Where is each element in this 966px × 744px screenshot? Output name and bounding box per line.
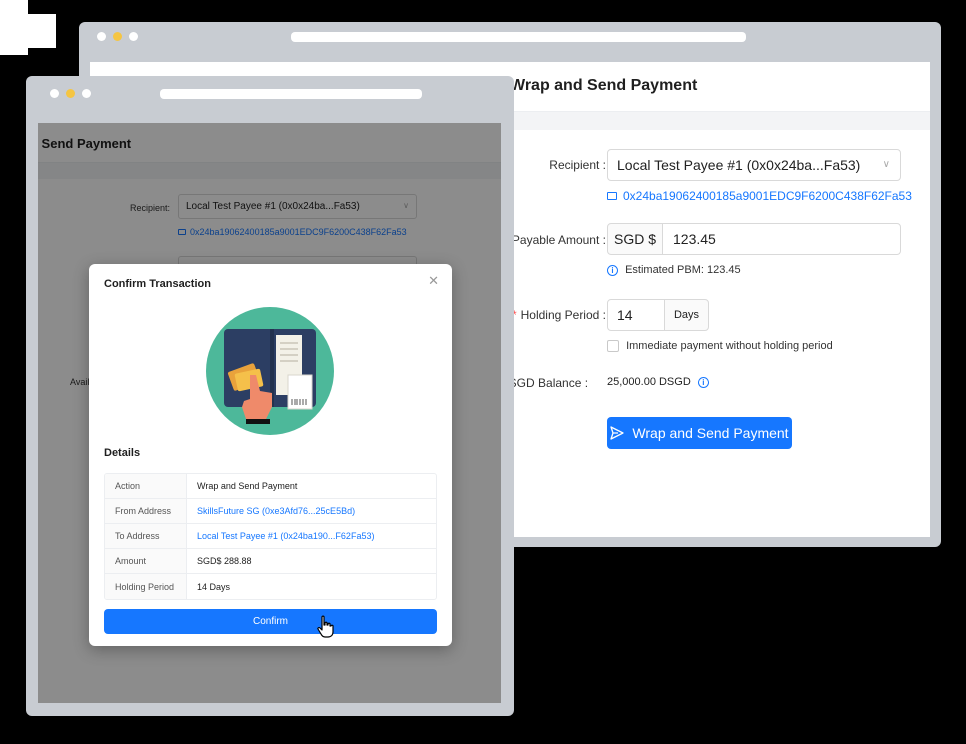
balance-text: 25,000.00 DSGD xyxy=(607,376,691,388)
close-dot[interactable] xyxy=(50,89,59,98)
window-controls xyxy=(50,89,91,98)
info-icon[interactable]: i xyxy=(697,376,709,388)
table-row: From Address SkillsFuture SG (0xe3Afd76.… xyxy=(105,499,436,524)
table-row: Holding Period 14 Days xyxy=(105,574,436,599)
detail-value: Wrap and Send Payment xyxy=(197,481,298,491)
days-addon: Days xyxy=(664,299,709,331)
hand-cursor-icon xyxy=(317,615,334,638)
minimize-dot[interactable] xyxy=(66,89,75,98)
detail-value: SGD$ 288.88 xyxy=(197,556,252,566)
maximize-dot[interactable] xyxy=(129,32,138,41)
details-heading: Details xyxy=(104,447,141,459)
table-row: Amount SGD$ 288.88 xyxy=(105,549,436,574)
table-row: To Address Local Test Payee #1 (0x24ba19… xyxy=(105,524,436,549)
address-bar[interactable] xyxy=(160,89,422,99)
page-title: Wrap and Send Payment xyxy=(510,77,698,94)
detail-key: Amount xyxy=(105,549,187,573)
recipient-select[interactable]: Local Test Payee #1 (0x0x24ba...Fa53) ∨ xyxy=(607,149,901,181)
holding-period-input[interactable]: 14 xyxy=(607,299,665,331)
detail-key: From Address xyxy=(105,499,187,523)
table-row: Action Wrap and Send Payment xyxy=(105,474,436,499)
recipient-value: Local Test Payee #1 (0x0x24ba...Fa53) xyxy=(617,157,861,173)
holding-period-label: * Holding Period : xyxy=(511,308,606,322)
estimated-pbm-hint: i Estimated PBM: 123.45 xyxy=(607,264,741,276)
detail-key: Action xyxy=(105,474,187,498)
currency-addon: SGD $ xyxy=(607,223,663,255)
confirm-label: Confirm xyxy=(252,616,288,627)
balance-value: 25,000.00 DSGD i xyxy=(607,376,709,388)
wallet-icon xyxy=(607,191,617,200)
amount-value: 123.45 xyxy=(673,231,716,247)
corner-decoration xyxy=(0,0,28,55)
checkbox[interactable] xyxy=(607,340,619,353)
detail-key: To Address xyxy=(105,524,187,548)
chevron-down-icon: ∨ xyxy=(882,159,890,170)
title-bar xyxy=(79,22,941,52)
window-controls xyxy=(97,32,138,41)
maximize-dot[interactable] xyxy=(82,89,91,98)
amount-input[interactable]: 123.45 xyxy=(662,223,901,255)
confirm-transaction-modal: Confirm Transaction ✕ Details Action Wra… xyxy=(89,264,452,646)
days-text: Days xyxy=(673,309,700,321)
send-icon xyxy=(610,426,625,440)
detail-value: 14 Days xyxy=(197,581,231,592)
recipient-label: Recipient : xyxy=(549,158,606,172)
immediate-payment-checkbox[interactable]: Immediate payment without holding period xyxy=(607,340,833,353)
from-address-link[interactable]: SkillsFuture SG (0xe3Afd76...25cE5Bd) xyxy=(187,499,436,523)
recipient-address-text: 0x24ba19062400185a9001EDC9F6200C438F62Fa… xyxy=(623,189,912,203)
modal-title: Confirm Transaction xyxy=(104,278,211,290)
payable-amount-label: Payable Amount : xyxy=(511,233,606,247)
immediate-payment-text: Immediate payment without holding period xyxy=(626,340,833,352)
confirm-button[interactable]: Confirm xyxy=(104,609,437,634)
info-icon: i xyxy=(607,264,618,276)
corner-decoration xyxy=(28,14,56,48)
payment-illustration xyxy=(206,307,334,435)
details-table: Action Wrap and Send Payment From Addres… xyxy=(104,473,437,600)
minimize-dot[interactable] xyxy=(113,32,122,41)
address-bar[interactable] xyxy=(291,32,746,42)
close-icon[interactable]: ✕ xyxy=(428,274,439,287)
close-dot[interactable] xyxy=(97,32,106,41)
wrap-and-send-label: Wrap and Send Payment xyxy=(632,425,789,441)
detail-key: Holding Period xyxy=(105,574,187,599)
currency-text: SGD $ xyxy=(613,231,656,247)
estimated-pbm-text: Estimated PBM: 123.45 xyxy=(625,264,741,276)
wrap-and-send-button[interactable]: Wrap and Send Payment xyxy=(607,417,792,449)
recipient-address-link[interactable]: 0x24ba19062400185a9001EDC9F6200C438F62Fa… xyxy=(607,189,912,203)
holding-period-value: 14 xyxy=(617,307,633,323)
to-address-link[interactable]: Local Test Payee #1 (0x24ba190...F62Fa53… xyxy=(187,524,436,548)
